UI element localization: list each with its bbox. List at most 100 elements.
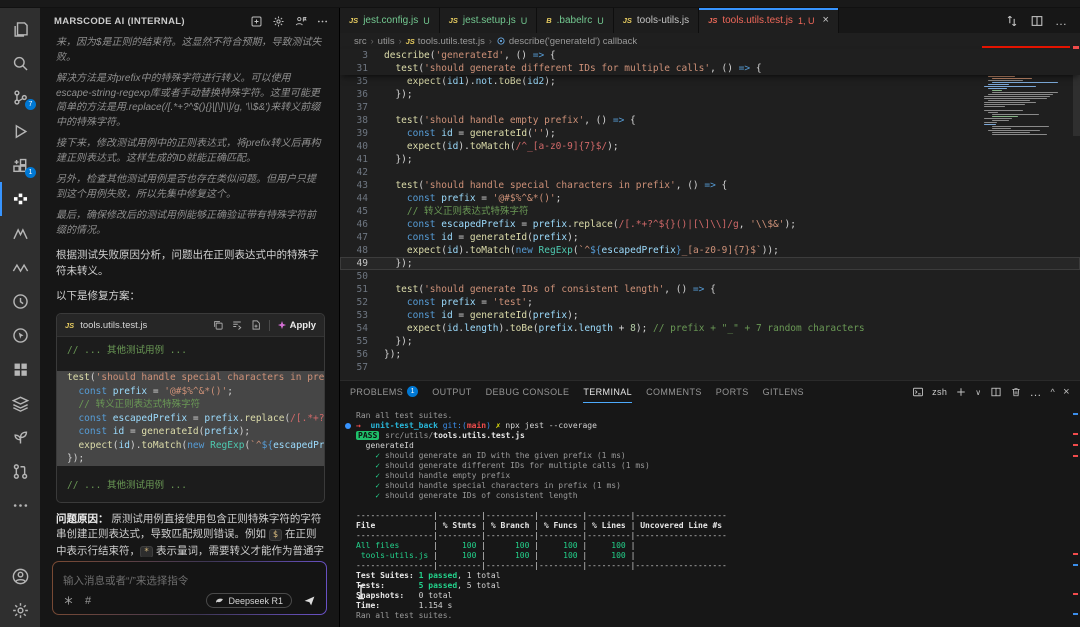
breadcrumb-item[interactable]: utils xyxy=(378,36,395,47)
panel-tab-debug-console[interactable]: DEBUG CONSOLE xyxy=(486,381,570,403)
editor-tab-jest.setup.js[interactable]: JS jest.setup.js U xyxy=(440,8,538,33)
editor-tab-tools.utils.test.js[interactable]: JS tools.utils.test.js 1, U × xyxy=(699,8,839,33)
line-number: 3 xyxy=(340,49,368,62)
line-number: 54 xyxy=(340,322,368,335)
terminal-line: PASS src/utils/tools.utils.test.js xyxy=(356,431,1080,441)
activity-item-search[interactable] xyxy=(0,46,40,80)
skills-icon[interactable] xyxy=(63,595,74,606)
activity-item-history[interactable] xyxy=(0,284,40,318)
code-line-39: 39 const id = generateId(''); xyxy=(340,127,1080,140)
context-hash-icon[interactable]: # xyxy=(85,595,91,607)
panel-tab-ports[interactable]: PORTS xyxy=(716,381,749,403)
minimap-line xyxy=(988,130,1040,131)
activity-item-settings[interactable] xyxy=(0,593,40,627)
tab-git-flag: 1, U xyxy=(798,16,815,26)
activity-item-explorer[interactable] xyxy=(0,12,40,46)
panel-tab-output[interactable]: OUTPUT xyxy=(432,381,471,403)
activity-item-layers[interactable] xyxy=(0,386,40,420)
editor-tab-tools-utils.js[interactable]: JS tools-utils.js xyxy=(614,8,699,33)
editor-tab-jest.config.js[interactable]: JS jest.config.js U xyxy=(340,8,440,33)
activity-item-extensions[interactable]: 1 xyxy=(0,148,40,182)
marscode-m-icon xyxy=(11,224,30,243)
activity-item-run-debug[interactable] xyxy=(0,114,40,148)
inline-code: $ xyxy=(269,529,282,541)
more-icon[interactable] xyxy=(316,15,329,28)
close-tab-icon[interactable]: × xyxy=(822,15,828,26)
open-changes-icon[interactable] xyxy=(1005,14,1019,28)
line-number: 52 xyxy=(340,296,368,309)
panel-tab-terminal[interactable]: TERMINAL xyxy=(583,381,632,403)
tab-git-flag: U xyxy=(521,16,528,26)
panel-tab-comments[interactable]: COMMENTS xyxy=(646,381,702,403)
panel-tab-problems[interactable]: PROBLEMS1 xyxy=(350,381,418,403)
breadcrumb-item[interactable]: describe('generateId') callback xyxy=(496,36,637,47)
apply-button[interactable]: Apply xyxy=(277,320,316,331)
activity-bar: 71 xyxy=(0,8,40,627)
panel-tab-gitlens[interactable]: GITLENS xyxy=(763,381,804,403)
split-editor-icon[interactable] xyxy=(1030,14,1044,28)
terminal-dropdown-icon[interactable]: ∨ xyxy=(975,388,981,397)
code-line-38: 38 test('should handle empty prefix', ()… xyxy=(340,114,1080,127)
close-panel-icon[interactable]: × xyxy=(1063,386,1070,398)
sparkle-icon xyxy=(277,320,287,330)
activity-badge: 1 xyxy=(25,167,36,178)
new-terminal-icon[interactable] xyxy=(955,386,967,398)
send-button[interactable] xyxy=(303,594,316,607)
maximize-panel-icon[interactable]: ^ xyxy=(1051,387,1056,397)
panel-scroll-mark xyxy=(1073,613,1078,615)
breadcrumb-item[interactable]: JStools.utils.test.js xyxy=(406,36,485,47)
reasoning-paragraph: 解决方法是对prefix中的特殊字符进行转义。可以使用escape-string… xyxy=(56,72,325,130)
activity-item-marscode-m[interactable] xyxy=(0,216,40,250)
code-line-50: 50 xyxy=(340,270,1080,283)
activity-item-more[interactable] xyxy=(0,488,40,522)
line-number: 57 xyxy=(340,361,368,374)
line-number: 51 xyxy=(340,283,368,296)
insert-code-icon[interactable] xyxy=(231,319,243,331)
editor-tab-.babelrc[interactable]: B .babelrc U xyxy=(537,8,614,33)
panel-tab-label: COMMENTS xyxy=(646,387,702,397)
activity-item-plant[interactable] xyxy=(0,420,40,454)
activity-item-grid[interactable] xyxy=(0,352,40,386)
minimap-line xyxy=(984,110,1023,111)
code-line-3: 3describe('generateId', () => { xyxy=(340,49,1080,62)
line-number: 56 xyxy=(340,348,368,361)
copy-icon[interactable] xyxy=(212,319,224,331)
terminal-line: ✓ should handle empty prefix xyxy=(356,471,1080,481)
js-file-icon: JS xyxy=(349,16,358,25)
code-line-44: 44 const prefix = '@#$%^&*()'; xyxy=(340,192,1080,205)
kill-terminal-icon[interactable] xyxy=(1010,386,1022,398)
minimap-line xyxy=(988,84,1009,85)
code-editor[interactable]: 3describe('generateId', () => {31 test('… xyxy=(340,49,1080,374)
activity-item-marscode-ai[interactable] xyxy=(0,182,40,216)
minimap-line xyxy=(984,86,1036,87)
minimap-line xyxy=(992,132,1030,133)
new-chat-icon[interactable] xyxy=(250,15,263,28)
line-number: 37 xyxy=(340,101,368,114)
terminal-output[interactable]: Ran all test suites.→ unit-test_back git… xyxy=(340,403,1080,621)
terminal-line: Snapshots: 0 total xyxy=(356,591,1080,601)
activity-item-pointer[interactable] xyxy=(0,318,40,352)
new-file-icon[interactable] xyxy=(250,319,262,331)
split-terminal-icon[interactable] xyxy=(990,386,1002,398)
panel-scroll-mark xyxy=(1073,593,1078,595)
feedback-icon[interactable] xyxy=(294,15,307,28)
more-icon xyxy=(11,496,30,515)
breadcrumb-separator: › xyxy=(399,36,402,46)
chat-input[interactable] xyxy=(63,569,316,593)
activity-item-git-pull-request[interactable] xyxy=(0,454,40,488)
code-card-line: // 转义正则表达式特殊字符 xyxy=(57,398,324,412)
terminal-line: ✓ should handle special characters in pr… xyxy=(356,481,1080,491)
problem-label: 问题原因： xyxy=(56,513,109,525)
activity-item-account[interactable] xyxy=(0,559,40,593)
js-file-icon: JS xyxy=(623,16,632,25)
activity-item-wave[interactable] xyxy=(0,250,40,284)
breadcrumb-item[interactable]: src xyxy=(354,36,367,47)
activity-item-source-control[interactable]: 7 xyxy=(0,80,40,114)
ai-chat-content: 来，因为$是正则的结束符。这显然不符合预期，导致测试失败。解决方法是对prefi… xyxy=(40,34,339,557)
code-line-42: 42 xyxy=(340,166,1080,179)
git-pull-request-icon xyxy=(11,462,30,481)
babel-file-icon: B xyxy=(546,16,551,25)
settings-icon[interactable] xyxy=(272,15,285,28)
model-selector[interactable]: Deepseek R1 xyxy=(206,593,292,608)
line-number: 35 xyxy=(340,75,368,88)
